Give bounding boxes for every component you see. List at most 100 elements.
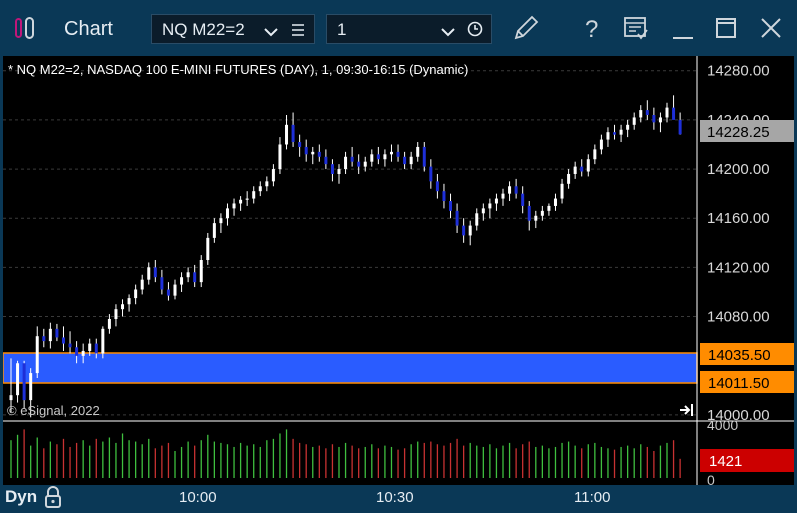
candle-body (357, 161, 361, 167)
candle-body (455, 210, 459, 226)
candle-body (422, 146, 426, 167)
copyright-label: © eSignal, 2022 (7, 403, 100, 418)
candle-body (232, 203, 236, 209)
pencil-icon[interactable] (510, 12, 542, 44)
candle-body (219, 218, 223, 224)
candle-body (166, 289, 170, 296)
candle-body (658, 117, 662, 123)
candle-body (75, 347, 79, 356)
candle-body (107, 318, 111, 329)
chart-area[interactable]: 14280.0014240.0014200.0014160.0014120.00… (2, 56, 794, 488)
candle-body (494, 198, 498, 204)
zone-bottom-label: 14011.50 (708, 375, 769, 392)
minimize-icon[interactable] (667, 12, 699, 44)
candle-body (22, 363, 26, 401)
candle-body (613, 132, 617, 135)
candle-body (330, 164, 334, 174)
candle-body (258, 186, 262, 192)
price-zone[interactable] (2, 352, 698, 384)
candle-body (586, 159, 590, 172)
x-tick-label: 10:30 (376, 489, 414, 506)
interval-combo[interactable]: 1 (326, 14, 492, 44)
candle-body (370, 154, 374, 162)
candle-body (527, 205, 531, 221)
candle-body (626, 124, 630, 130)
candle-body (403, 156, 407, 165)
y-tick-label: 14280.00 (707, 63, 770, 80)
price-chart[interactable]: 14280.0014240.0014200.0014160.0014120.00… (2, 56, 794, 488)
window-title: Chart (64, 18, 113, 40)
symbol-combo[interactable]: NQ M22=2 (151, 14, 315, 44)
candle-body (435, 181, 439, 192)
symbol-list-icon[interactable] (291, 22, 305, 42)
candle-body (61, 337, 65, 344)
candle-body (206, 237, 210, 261)
y-tick-label: 14120.00 (707, 259, 770, 276)
candle-body (265, 181, 269, 187)
candle-body (140, 279, 144, 290)
candle-body (285, 124, 289, 145)
candle-body (619, 129, 623, 135)
candle-body (245, 198, 249, 200)
maximize-icon[interactable] (710, 12, 742, 44)
candle-body (468, 225, 472, 236)
template-icon[interactable] (620, 12, 652, 44)
candle-body (311, 151, 315, 155)
candle-body (127, 298, 131, 305)
candle-body (173, 284, 177, 296)
candle-body (599, 139, 603, 150)
candle-body (481, 208, 485, 214)
candle-body (317, 151, 321, 157)
candle-body (81, 350, 85, 356)
candle-body (416, 146, 420, 157)
candle-body (665, 107, 669, 118)
help-icon[interactable]: ? (577, 12, 609, 44)
candle-body (376, 154, 380, 160)
candle-body (462, 225, 466, 236)
candle-body (193, 272, 197, 283)
candle-body (29, 373, 33, 401)
chart-window: Chart NQ M22=2 1 ? 14280.00 14200.00 141… (0, 0, 797, 510)
candle-body (212, 223, 216, 238)
candle-body (101, 328, 105, 354)
lock-icon[interactable] (44, 486, 62, 513)
candle-body (35, 336, 39, 374)
candle-body (389, 151, 393, 155)
candle-body (324, 156, 328, 165)
candle-body (363, 161, 367, 167)
x-tick-label: 10:00 (179, 489, 217, 506)
chevron-down-icon[interactable] (264, 23, 278, 43)
svg-text:?: ? (585, 16, 598, 43)
candle-body (94, 343, 98, 354)
candle-body (567, 173, 571, 184)
time-axis: Dyn 10:00 10:30 11:00 (0, 485, 797, 510)
candle-body (442, 191, 446, 202)
volume-max-label: 4000 (707, 417, 738, 433)
chevron-down-icon[interactable] (441, 23, 455, 43)
candle-body (593, 149, 597, 160)
zone-top-label: 14035.50 (708, 347, 771, 364)
candle-body (639, 110, 643, 118)
symbol-value: NQ M22=2 (162, 20, 245, 39)
scroll-to-end-icon[interactable] (680, 404, 693, 416)
candle-body (514, 186, 518, 194)
candle-body (337, 169, 341, 174)
candle-body (540, 210, 544, 216)
candle-body (114, 309, 118, 319)
candle-body (560, 183, 564, 199)
candle-body (278, 144, 282, 170)
candle-body (678, 119, 682, 135)
close-icon[interactable] (755, 12, 787, 44)
clock-icon[interactable] (467, 21, 483, 42)
candle-body (409, 156, 413, 165)
y-tick-label: 14080.00 (707, 309, 770, 326)
candle-body (606, 132, 610, 140)
candle-body (239, 199, 243, 204)
candle-body (304, 146, 308, 155)
candle-body (501, 193, 505, 199)
candle-body (298, 142, 302, 147)
candle-body (429, 166, 433, 182)
last-price-label: 14228.25 (707, 124, 770, 141)
candle-body (225, 208, 229, 219)
dynamic-mode-label[interactable]: Dyn (5, 487, 37, 507)
